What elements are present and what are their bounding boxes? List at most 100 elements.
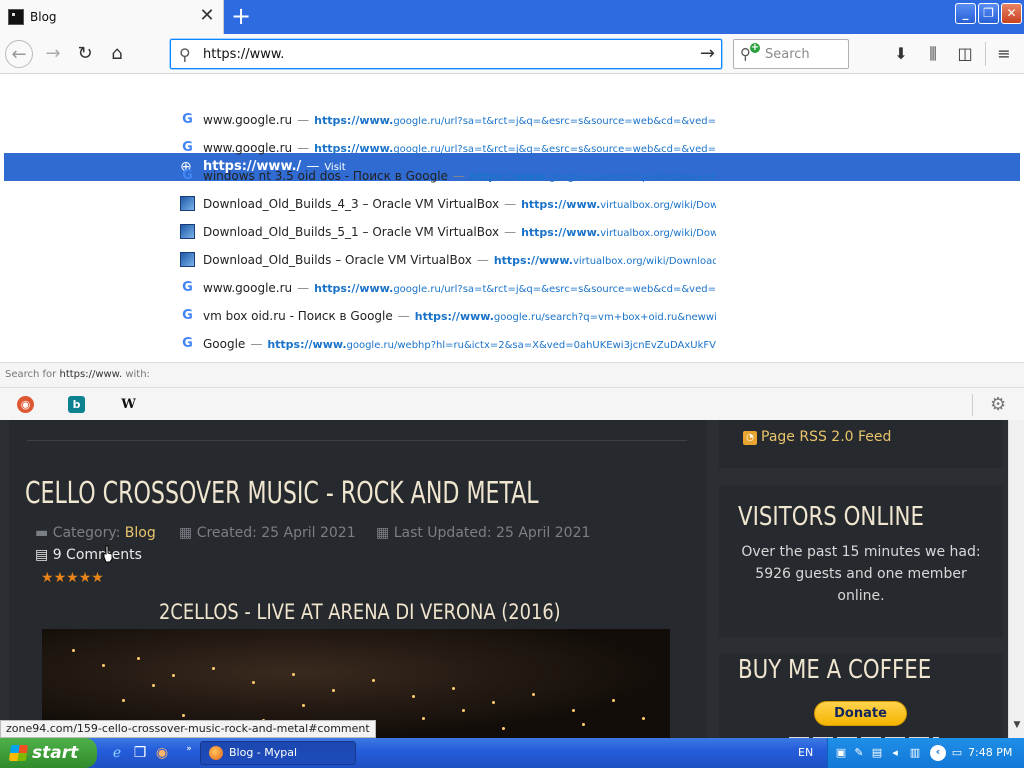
taskbar-item-blog[interactable]: Blog - Mypal	[200, 741, 356, 765]
hamburger-menu-button[interactable]: ≡	[993, 43, 1015, 65]
language-indicator[interactable]: EN	[798, 746, 813, 759]
comments-link[interactable]: ▤ 9 Comments	[35, 547, 142, 563]
video-light	[152, 684, 155, 687]
autocomplete-row[interactable]: Gwww.google.ru — https://www.google.ru/url…	[0, 274, 716, 302]
folder-icon: ▬	[35, 525, 49, 541]
video-light	[212, 667, 215, 670]
video-light	[452, 687, 455, 690]
autocomplete-row-text: Download_Old_Builds – Oracle VM VirtualB…	[203, 253, 716, 267]
autocomplete-row[interactable]: Download_Old_Builds_5_1 – Oracle VM Virt…	[0, 218, 716, 246]
reload-button[interactable]: ↻	[71, 40, 99, 68]
divider	[27, 440, 687, 441]
start-button[interactable]: start	[0, 738, 97, 768]
browser-icon[interactable]: ◉	[153, 744, 171, 762]
autocomplete-title: www.google.ru	[203, 141, 293, 155]
autocomplete-row[interactable]: G Google — https://www.google.ru/webhp?hl=r…	[0, 330, 716, 358]
tab-close-icon[interactable]: ✕	[198, 6, 216, 26]
video-light	[292, 673, 295, 676]
search-for-label: Search for https://www. with:	[5, 369, 150, 380]
sidebar-toggle-button[interactable]: ◫	[954, 43, 976, 65]
taskbar: start ℯ ❒ ◉ » Blog - Mypal EN ▣ ✎ ▤ ◂ ▥ …	[0, 738, 1024, 768]
autocomplete-title: www.google.ru	[203, 113, 293, 127]
virtualbox-icon[interactable]: ❒	[131, 744, 149, 762]
internet-explorer-icon[interactable]: ℯ	[108, 744, 126, 762]
autocomplete-row-text: Google — https://www.google.ru/webhp?hl=ru…	[203, 337, 716, 351]
autocomplete-separator: —	[250, 337, 263, 351]
search-icon: ⚲	[179, 45, 191, 64]
divider	[972, 394, 973, 416]
autocomplete-row[interactable]: Gwindows nt 3.5 oid dos - Поиск в Google…	[0, 162, 716, 190]
article-title[interactable]: CELLO CROSSOVER MUSIC - ROCK AND METAL	[25, 476, 539, 511]
network-icon[interactable]: ▤	[870, 746, 884, 760]
url-input[interactable]	[203, 45, 683, 63]
video-light	[642, 717, 645, 720]
page-scrollbar[interactable]: ▼	[1008, 420, 1024, 738]
bing-icon[interactable]: b	[68, 396, 85, 413]
star-icon[interactable]: ★	[41, 570, 54, 586]
sidebar-column: ◔ Page RSS 2.0 Feed VISITORS ONLINE Over…	[717, 420, 1008, 738]
google-icon: G	[182, 168, 193, 183]
back-button[interactable]: ←	[5, 40, 33, 68]
forward-button[interactable]: →	[39, 40, 67, 68]
star-icon[interactable]: ★	[54, 570, 67, 586]
library-button[interactable]: ⫼	[922, 43, 944, 65]
window-minimize-button[interactable]: _	[955, 3, 976, 24]
search-engine-icon[interactable]: ⚲	[740, 43, 760, 63]
article-updated: ▦ Last Updated: 25 April 2021	[376, 525, 591, 541]
autocomplete-separator: —	[297, 141, 310, 155]
window-maximize-button[interactable]: ❐	[978, 3, 999, 24]
rss-link[interactable]: Page RSS 2.0 Feed	[761, 429, 891, 445]
comment-icon: ▤	[35, 547, 49, 563]
clock[interactable]: 7:48 PM	[968, 746, 1012, 759]
video-title: 2CELLOS - LIVE AT ARENA DI VERONA (2016)	[159, 600, 561, 624]
autocomplete-row[interactable]: Gvm box oid.ru - Поиск в Google — https://…	[0, 302, 716, 330]
autocomplete-row-text: windows nt 3.5 oid dos - Поиск в Google —…	[203, 169, 716, 183]
coffee-title: BUY ME A COFFEE	[738, 655, 932, 685]
tray-expand-icon[interactable]: ‹	[930, 745, 946, 761]
calendar-icon: ▦	[376, 525, 390, 541]
article-category: ▬ Category: Blog	[35, 525, 156, 541]
address-bar[interactable]: ⚲ →	[170, 39, 722, 69]
autocomplete-row[interactable]: Gwww.google.ru — https://www.google.ru/url…	[0, 106, 716, 134]
autocomplete-row-text: www.google.ru — https://www.google.ru/url?…	[203, 113, 716, 127]
home-button[interactable]: ⌂	[103, 40, 131, 68]
video-light	[412, 695, 415, 698]
star-icon[interactable]: ★	[79, 570, 92, 586]
autocomplete-row[interactable]: Download_Old_Builds_4_3 – Oracle VM Virt…	[0, 190, 716, 218]
tab-blog[interactable]: Blog ✕	[0, 0, 224, 34]
category-link[interactable]: Blog	[125, 525, 156, 541]
star-rating[interactable]: ★★★★★	[41, 570, 104, 586]
search-input[interactable]	[765, 46, 845, 62]
tray-app-icon[interactable]: ▣	[834, 746, 848, 760]
article-created: ▦ Created: 25 April 2021	[179, 525, 356, 541]
video-light	[302, 704, 305, 707]
autocomplete-row[interactable]: Download_Old_Builds – Oracle VM VirtualB…	[0, 246, 716, 274]
autocomplete-separator: —	[452, 169, 465, 183]
video-light	[137, 657, 140, 660]
speaker-icon[interactable]: ◂	[888, 746, 902, 760]
video-light	[532, 693, 535, 696]
downloads-button[interactable]: ⬇	[890, 43, 912, 65]
wikipedia-icon[interactable]: W	[120, 396, 137, 413]
gear-icon[interactable]: ⚙	[990, 394, 1006, 415]
one-off-search-buttons: ◉ b W ⚙	[0, 387, 1024, 421]
go-arrow-button[interactable]: →	[700, 43, 715, 64]
star-icon[interactable]: ★	[66, 570, 79, 586]
web-page-content: CELLO CROSSOVER MUSIC - ROCK AND METAL ▬…	[0, 420, 1008, 738]
donate-button[interactable]: Donate	[814, 701, 907, 726]
star-icon[interactable]: ★	[91, 570, 104, 586]
search-bar[interactable]: ⚲	[733, 39, 849, 69]
window-close-button[interactable]: ✕	[1001, 3, 1022, 24]
tab-title: Blog	[30, 10, 57, 24]
display-icon[interactable]: ▭	[950, 746, 964, 760]
autocomplete-row[interactable]: Gwww.google.ru — https://www.google.ru/url…	[0, 134, 716, 162]
shield-icon[interactable]: ▥	[908, 746, 922, 760]
quicklaunch-more-icon[interactable]: »	[180, 740, 198, 758]
system-tray: EN ▣ ✎ ▤ ◂ ▥ ‹ ▭ 7:48 PM	[798, 738, 1024, 768]
pen-icon[interactable]: ✎	[852, 746, 866, 760]
autocomplete-url: https://www.virtualbox.org/wiki/Downlo	[521, 226, 716, 239]
duckduckgo-icon[interactable]: ◉	[17, 396, 34, 413]
new-tab-button[interactable]: +	[230, 3, 252, 29]
video-light	[182, 714, 185, 717]
scroll-down-icon[interactable]: ▼	[1011, 720, 1023, 734]
